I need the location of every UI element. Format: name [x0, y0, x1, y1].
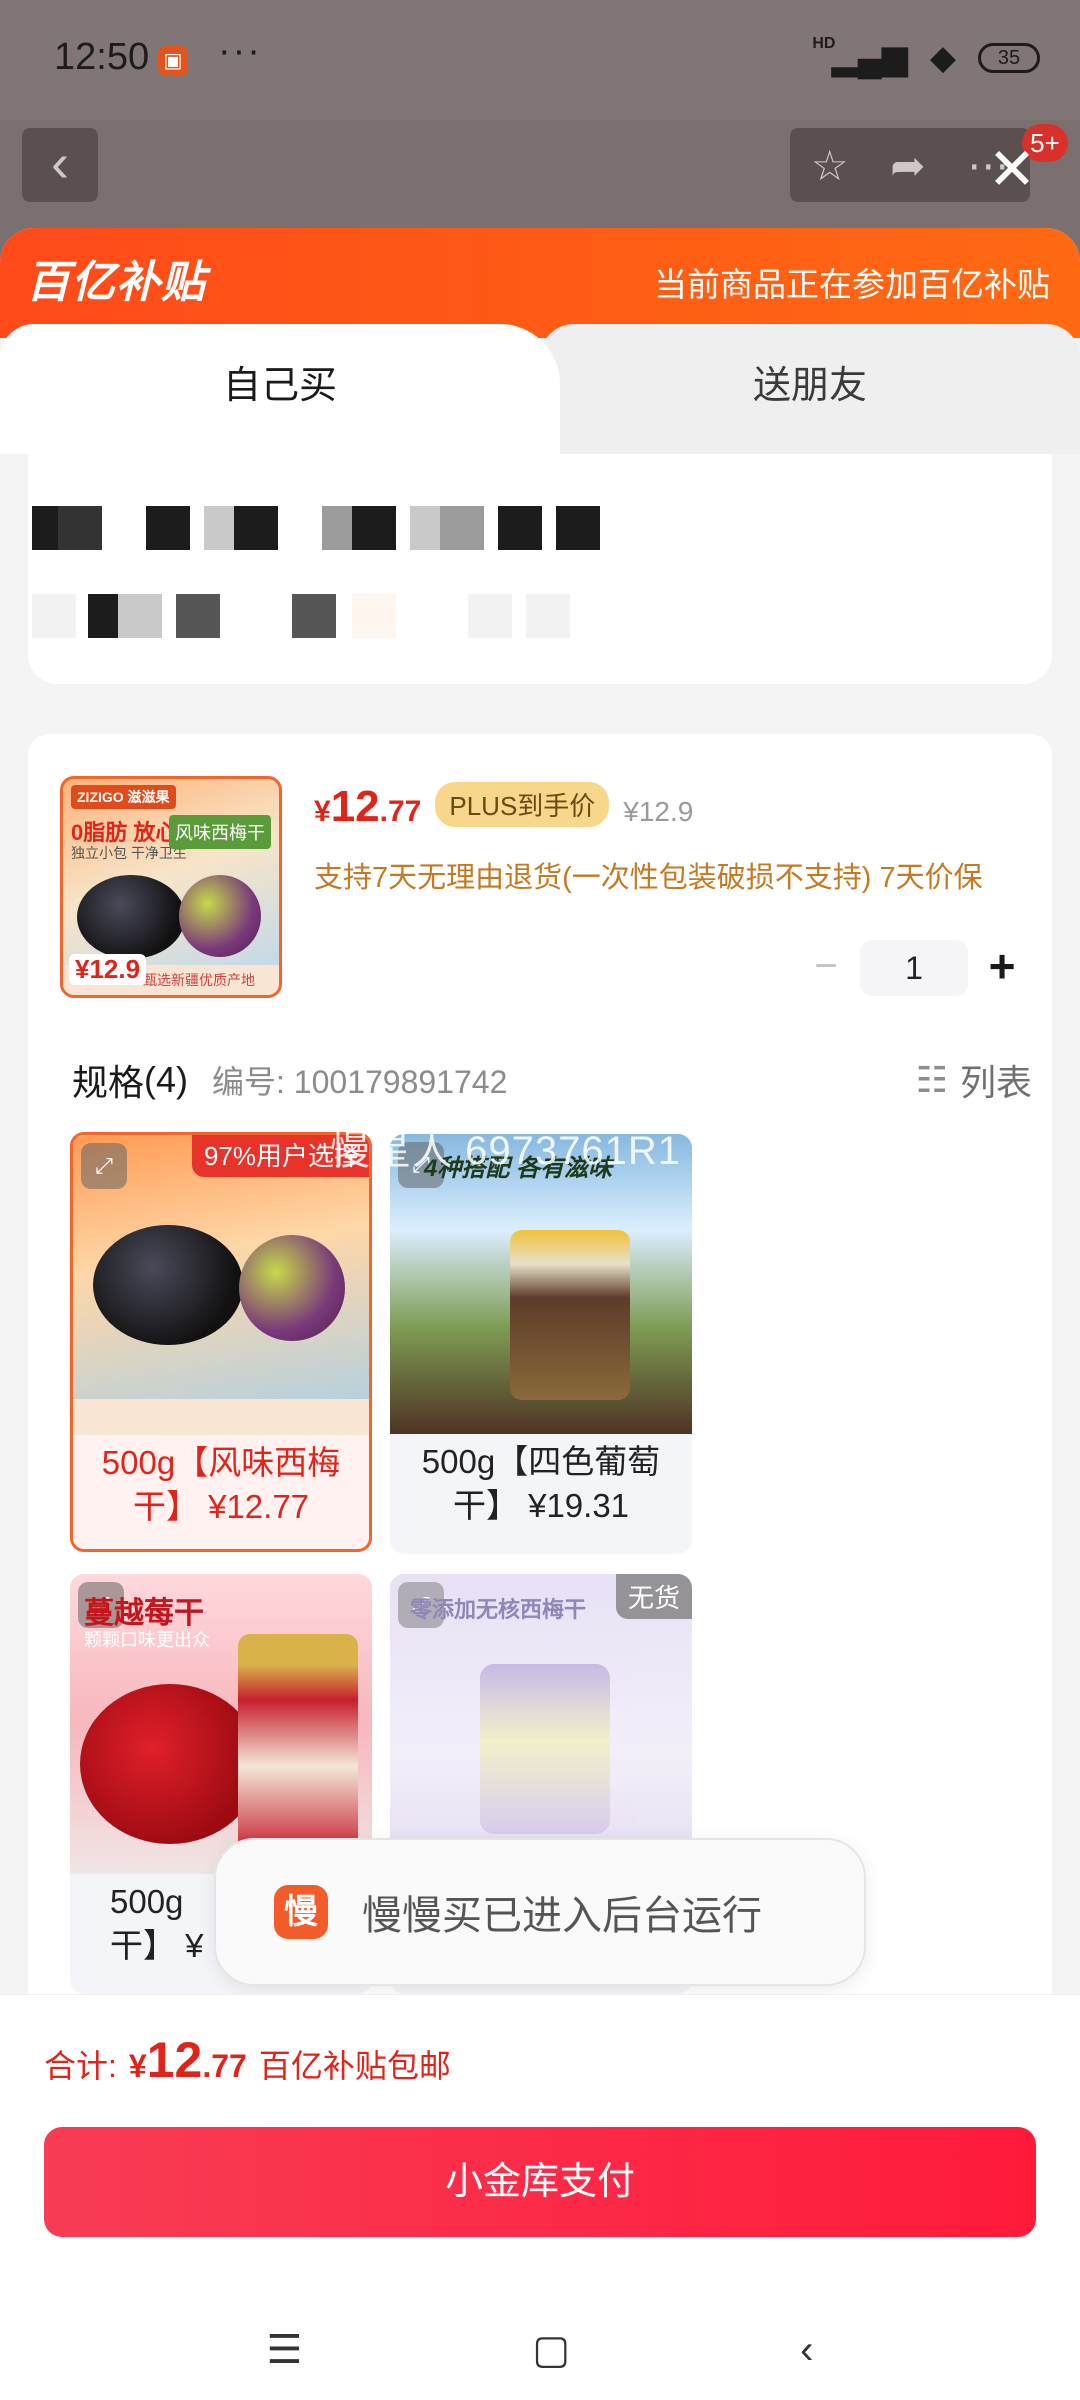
redaction-block — [146, 506, 190, 550]
quantity-stepper: − 1 + — [798, 940, 1030, 996]
pay-button[interactable]: 小金库支付 — [44, 2127, 1036, 2237]
background-toast: 慢 慢慢买已进入后台运行 — [214, 1838, 866, 1986]
redaction-block — [234, 506, 278, 550]
list-icon: ☷ — [915, 1059, 948, 1100]
prunes-image — [77, 875, 185, 959]
product-thumbnail[interactable]: ZIZIGO 滋滋果 0脂肪 放心吃 独立小包 干净卫生 风味西梅干 甄选新疆优… — [60, 776, 282, 998]
variant-option[interactable]: ⤢ 97%用户选择 500g【风味西梅干】 ¥12.77 — [70, 1132, 372, 1552]
variant-image-caption: 零添加无核西梅干 — [410, 1597, 587, 1622]
total-row: 合计: ¥12.77 百亿补贴包邮 — [44, 2031, 451, 2089]
wifi-icon: ◆ — [929, 39, 956, 77]
star-icon[interactable]: ☆ — [811, 141, 849, 190]
redaction-block — [32, 594, 76, 638]
variant-label: 500g【四色葡萄干】 ¥19.31 — [421, 1443, 661, 1524]
thumb-tag: 风味西梅干 — [169, 815, 271, 849]
thumb-brand: ZIZIGO 滋滋果 — [71, 785, 176, 809]
quantity-plus-button[interactable]: + — [974, 940, 1030, 996]
redaction-block — [58, 506, 102, 550]
list-label: 列表 — [959, 1062, 1032, 1103]
thumb-price: ¥12.9 — [69, 954, 147, 985]
menu-icon[interactable]: ☰ — [267, 2327, 303, 2373]
tab-self[interactable]: 自己买 — [0, 324, 560, 454]
spec-count: (4) — [144, 1059, 189, 1100]
home-icon[interactable]: ▢ — [532, 2327, 570, 2373]
system-nav-bar: ☰ ▢ ‹ — [0, 2300, 1080, 2400]
variant-image: ⤢ 蔓越莓干 颗颗口味更出众 — [70, 1574, 372, 1874]
variant-option[interactable]: ⤢ 4种搭配 各有滋味 500g【四色葡萄干】 ¥19.31 — [390, 1134, 692, 1554]
address-card[interactable] — [28, 454, 1052, 684]
signal-icon: ▂▄▆ — [831, 39, 908, 77]
status-bar: 12:50 ▣ ··· HD ▂▄▆ ◆ 35 — [0, 0, 1080, 120]
product-code: 编号: 100179891742 — [212, 1064, 508, 1100]
plus-price-tag: PLUS到手价 — [435, 782, 610, 827]
redaction-block — [556, 506, 600, 550]
toast-text: 慢慢买已进入后台运行 — [362, 1894, 762, 1938]
redaction-block — [352, 594, 396, 638]
out-of-stock-badge: 无货 — [615, 1574, 692, 1619]
app-logo-icon: 慢 — [274, 1885, 328, 1939]
status-icons: HD ▂▄▆ ◆ 35 — [812, 35, 1040, 78]
redaction-block — [352, 506, 396, 550]
battery-icon: 35 — [978, 43, 1040, 73]
redaction-block — [498, 506, 542, 550]
share-icon[interactable]: ➦ — [890, 141, 925, 190]
purchase-tabs: 送朋友 自己买 — [0, 324, 1080, 454]
quantity-value[interactable]: 1 — [860, 940, 968, 996]
spec-title: 规格 — [72, 1062, 145, 1103]
tab-gift[interactable]: 送朋友 — [540, 324, 1080, 454]
price-row: ¥12.77 PLUS到手价 ¥12.9 — [314, 782, 693, 833]
app-notification-icon: ▣ — [158, 46, 188, 76]
zoom-icon[interactable]: ⤢ — [81, 1143, 127, 1189]
original-price: ¥12.9 — [623, 796, 694, 827]
variant-image: ⤢ — [73, 1135, 369, 1435]
status-more-dots: ··· — [218, 30, 262, 72]
redaction-block — [118, 594, 162, 638]
back-icon[interactable]: ‹ — [22, 128, 98, 202]
list-view-toggle[interactable]: ☷ 列表 — [916, 1054, 1032, 1106]
status-time: 12:50 — [54, 36, 150, 78]
redaction-block — [292, 594, 336, 638]
total-price: ¥12.77 — [128, 2032, 247, 2088]
variant-image: ⤢ 零添加无核西梅干 — [390, 1574, 692, 1874]
redaction-block — [176, 594, 220, 638]
subsidy-banner-text: 当前商品正在参加百亿补贴 — [654, 266, 1050, 303]
quantity-minus-button[interactable]: − — [798, 940, 854, 996]
redaction-block — [468, 594, 512, 638]
subsidy-logo: 百亿补贴 — [26, 258, 206, 307]
current-price: ¥12.77 — [314, 782, 422, 831]
close-icon[interactable]: ✕ — [982, 140, 1042, 200]
return-policy: 支持7天无理由退货(一次性包装破损不支持) 7天价保 — [314, 862, 983, 894]
variant-label: 500g【风味西梅干】 ¥12.77 — [101, 1444, 341, 1525]
redaction-block — [526, 594, 570, 638]
variant-image: ⤢ 4种搭配 各有滋味 — [390, 1134, 692, 1434]
watermark: 慢星人 6973761R1 — [330, 1129, 681, 1173]
redaction-block — [440, 506, 484, 550]
total-label: 合计: — [44, 2048, 117, 2084]
network-label: HD — [812, 35, 836, 52]
variant-image-subtitle: 颗颗口味更出众 — [84, 1630, 210, 1650]
spec-header: 规格 (4) 编号: 100179891742 ☷ 列表 — [72, 1054, 1032, 1106]
plum-image — [179, 875, 261, 957]
shipping-note: 百亿补贴包邮 — [258, 2048, 451, 2084]
subsidy-banner: 百亿补贴 当前商品正在参加百亿补贴 — [0, 228, 1080, 338]
back-nav-icon[interactable]: ‹ — [800, 2328, 813, 2373]
